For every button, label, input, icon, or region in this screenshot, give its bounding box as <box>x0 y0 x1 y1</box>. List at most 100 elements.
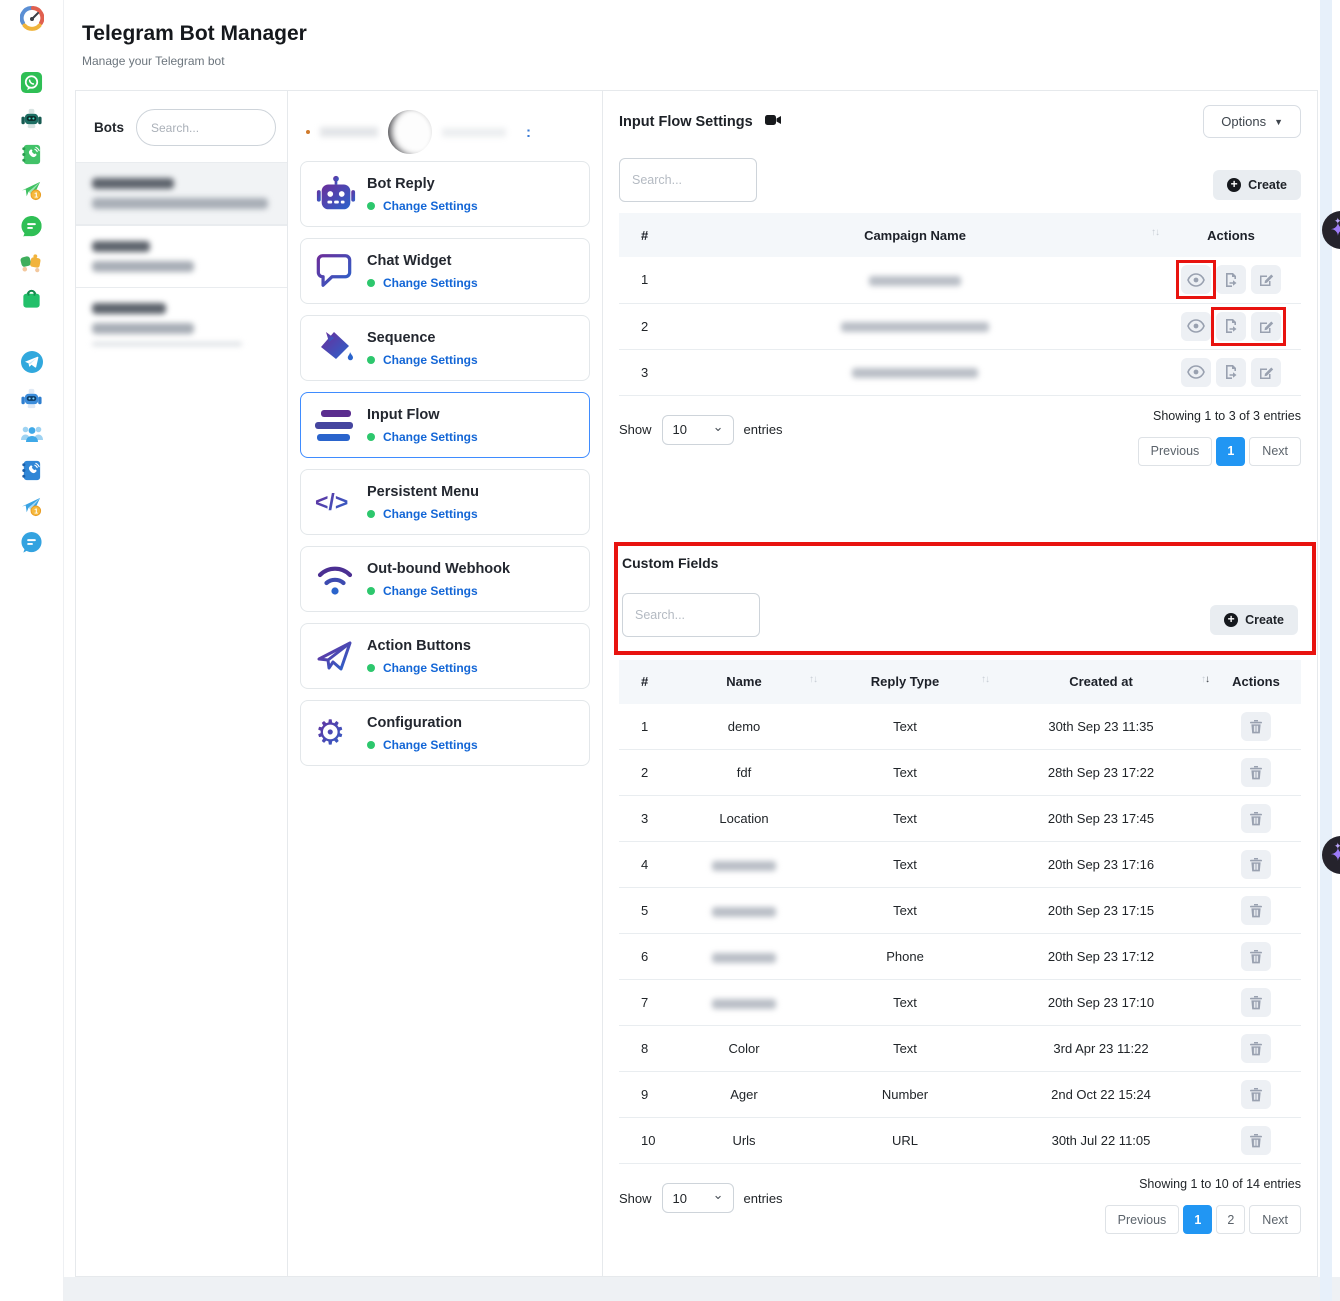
export-button[interactable] <box>1216 312 1246 341</box>
options-button[interactable]: Options▼ <box>1203 105 1301 138</box>
card-persistent-menu[interactable]: </> Persistent Menu Change Settings <box>300 469 590 535</box>
create-campaign-button[interactable]: Create <box>1213 170 1301 200</box>
campaign-green-icon[interactable]: 1 <box>20 178 44 202</box>
delete-button[interactable] <box>1241 1126 1271 1155</box>
status-green-dot <box>367 356 375 364</box>
delete-button[interactable] <box>1241 896 1271 925</box>
delete-button[interactable] <box>1241 1080 1271 1109</box>
created-at: 20th Sep 23 17:12 <box>991 934 1211 980</box>
chat-widget-icon <box>315 252 367 290</box>
card-configuration[interactable]: ⚙ Configuration Change Settings <box>300 700 590 766</box>
delete-button[interactable] <box>1241 758 1271 787</box>
show-label: Show <box>619 1191 652 1206</box>
change-settings-link[interactable]: Change Settings <box>383 584 478 598</box>
col-header-name[interactable]: Name↑↓ <box>669 660 819 704</box>
custom-fields-search-input[interactable] <box>622 593 760 637</box>
bot-list-item[interactable] <box>76 287 287 361</box>
reply-type: Text <box>819 980 991 1026</box>
col-header-created-at[interactable]: Created at↑↓ <box>991 660 1211 704</box>
edit-button[interactable] <box>1251 358 1281 387</box>
card-input-flow[interactable]: Input Flow Change Settings <box>300 392 590 458</box>
telegram-icon[interactable] <box>20 350 44 374</box>
redacted-bot-username <box>92 323 194 334</box>
page-2-button[interactable]: 2 <box>1216 1205 1245 1234</box>
col-header-reply-type[interactable]: Reply Type↑↓ <box>819 660 991 704</box>
sort-icon[interactable]: ↑↓ <box>809 674 817 685</box>
card-chat-widget[interactable]: Chat Widget Change Settings <box>300 238 590 304</box>
col-header-number: # <box>619 213 669 257</box>
edit-button[interactable] <box>1251 312 1281 341</box>
redacted-bot-name <box>92 241 150 252</box>
export-button[interactable] <box>1216 358 1246 387</box>
change-settings-link[interactable]: Change Settings <box>383 738 478 752</box>
delete-button[interactable] <box>1241 988 1271 1017</box>
row-number: 3 <box>619 796 669 842</box>
whatsapp-icon[interactable] <box>20 70 44 94</box>
view-button[interactable] <box>1181 358 1211 387</box>
change-settings-link[interactable]: Change Settings <box>383 276 478 290</box>
view-button[interactable] <box>1181 312 1211 341</box>
bots-search-input[interactable] <box>136 109 276 146</box>
bot-blue-icon[interactable] <box>20 386 44 410</box>
campaign-search-input[interactable] <box>619 158 757 202</box>
chat-blue-icon[interactable] <box>20 530 44 554</box>
delete-button[interactable] <box>1241 804 1271 833</box>
export-button[interactable] <box>1216 265 1246 294</box>
store-green-icon[interactable] <box>20 286 44 310</box>
sort-icon[interactable]: ↑↓ <box>981 674 989 685</box>
page-1-button[interactable]: 1 <box>1183 1205 1212 1234</box>
change-settings-link[interactable]: Change Settings <box>383 661 478 675</box>
page-size-select[interactable]: 10 <box>662 1183 734 1213</box>
change-settings-link[interactable]: Change Settings <box>383 199 478 213</box>
campaign-blue-icon[interactable]: 1 <box>20 494 44 518</box>
previous-page-button[interactable]: Previous <box>1138 437 1213 466</box>
row-number: 3 <box>619 349 669 395</box>
scrollbar-track[interactable] <box>1320 0 1332 1301</box>
card-title: Configuration <box>367 715 462 731</box>
sort-icon[interactable]: ↑↓ <box>1151 227 1159 238</box>
edit-button[interactable] <box>1251 265 1281 294</box>
delete-button[interactable] <box>1241 712 1271 741</box>
card-action-buttons[interactable]: Action Buttons Change Settings <box>300 623 590 689</box>
bot-list-item[interactable] <box>76 162 287 225</box>
bot-green-icon[interactable] <box>20 106 44 130</box>
contacts-blue-icon[interactable] <box>20 458 44 482</box>
change-settings-link[interactable]: Change Settings <box>383 353 478 367</box>
card-title: Input Flow <box>367 407 439 423</box>
card-sequence[interactable]: Sequence Change Settings <box>300 315 590 381</box>
badge-count: 1 <box>34 507 38 515</box>
webhook-wifi-icon <box>315 562 367 596</box>
delete-button[interactable] <box>1241 850 1271 879</box>
field-name: Color <box>728 1041 759 1056</box>
custom-field-row: 8 Color Text 3rd Apr 23 11:22 <box>619 1026 1301 1072</box>
row-number: 2 <box>619 303 669 349</box>
kebab-menu-icon[interactable]: : <box>526 124 532 141</box>
card-bot-reply[interactable]: Bot Reply Change Settings <box>300 161 590 227</box>
next-page-button[interactable]: Next <box>1249 1205 1301 1234</box>
chat-green-icon[interactable] <box>20 214 44 238</box>
bot-list-item[interactable] <box>76 225 287 287</box>
page-size-select[interactable]: 10 <box>662 415 734 445</box>
plus-circle-icon <box>1227 178 1241 192</box>
contacts-green-icon[interactable] <box>20 142 44 166</box>
previous-page-button[interactable]: Previous <box>1105 1205 1180 1234</box>
sort-icon-active[interactable]: ↑↓ <box>1201 674 1209 685</box>
create-custom-field-button[interactable]: Create <box>1210 605 1298 635</box>
change-settings-link[interactable]: Change Settings <box>383 430 478 444</box>
col-header-actions: Actions <box>1161 213 1301 257</box>
status-green-dot <box>367 587 375 595</box>
next-page-button[interactable]: Next <box>1249 437 1301 466</box>
view-button[interactable] <box>1181 265 1211 294</box>
col-header-campaign-name[interactable]: Campaign Name↑↓ <box>669 213 1161 257</box>
dashboard-gauge-icon[interactable] <box>20 6 44 30</box>
integrations-green-icon[interactable] <box>20 250 44 274</box>
field-name: Location <box>719 811 768 826</box>
custom-fields-header-annotated: Custom Fields Create <box>614 542 1316 655</box>
change-settings-link[interactable]: Change Settings <box>383 507 478 521</box>
reply-type: Text <box>819 1026 991 1072</box>
delete-button[interactable] <box>1241 942 1271 971</box>
audience-blue-icon[interactable] <box>20 422 44 446</box>
card-outbound-webhook[interactable]: Out-bound Webhook Change Settings <box>300 546 590 612</box>
delete-button[interactable] <box>1241 1034 1271 1063</box>
page-1-button[interactable]: 1 <box>1216 437 1245 466</box>
